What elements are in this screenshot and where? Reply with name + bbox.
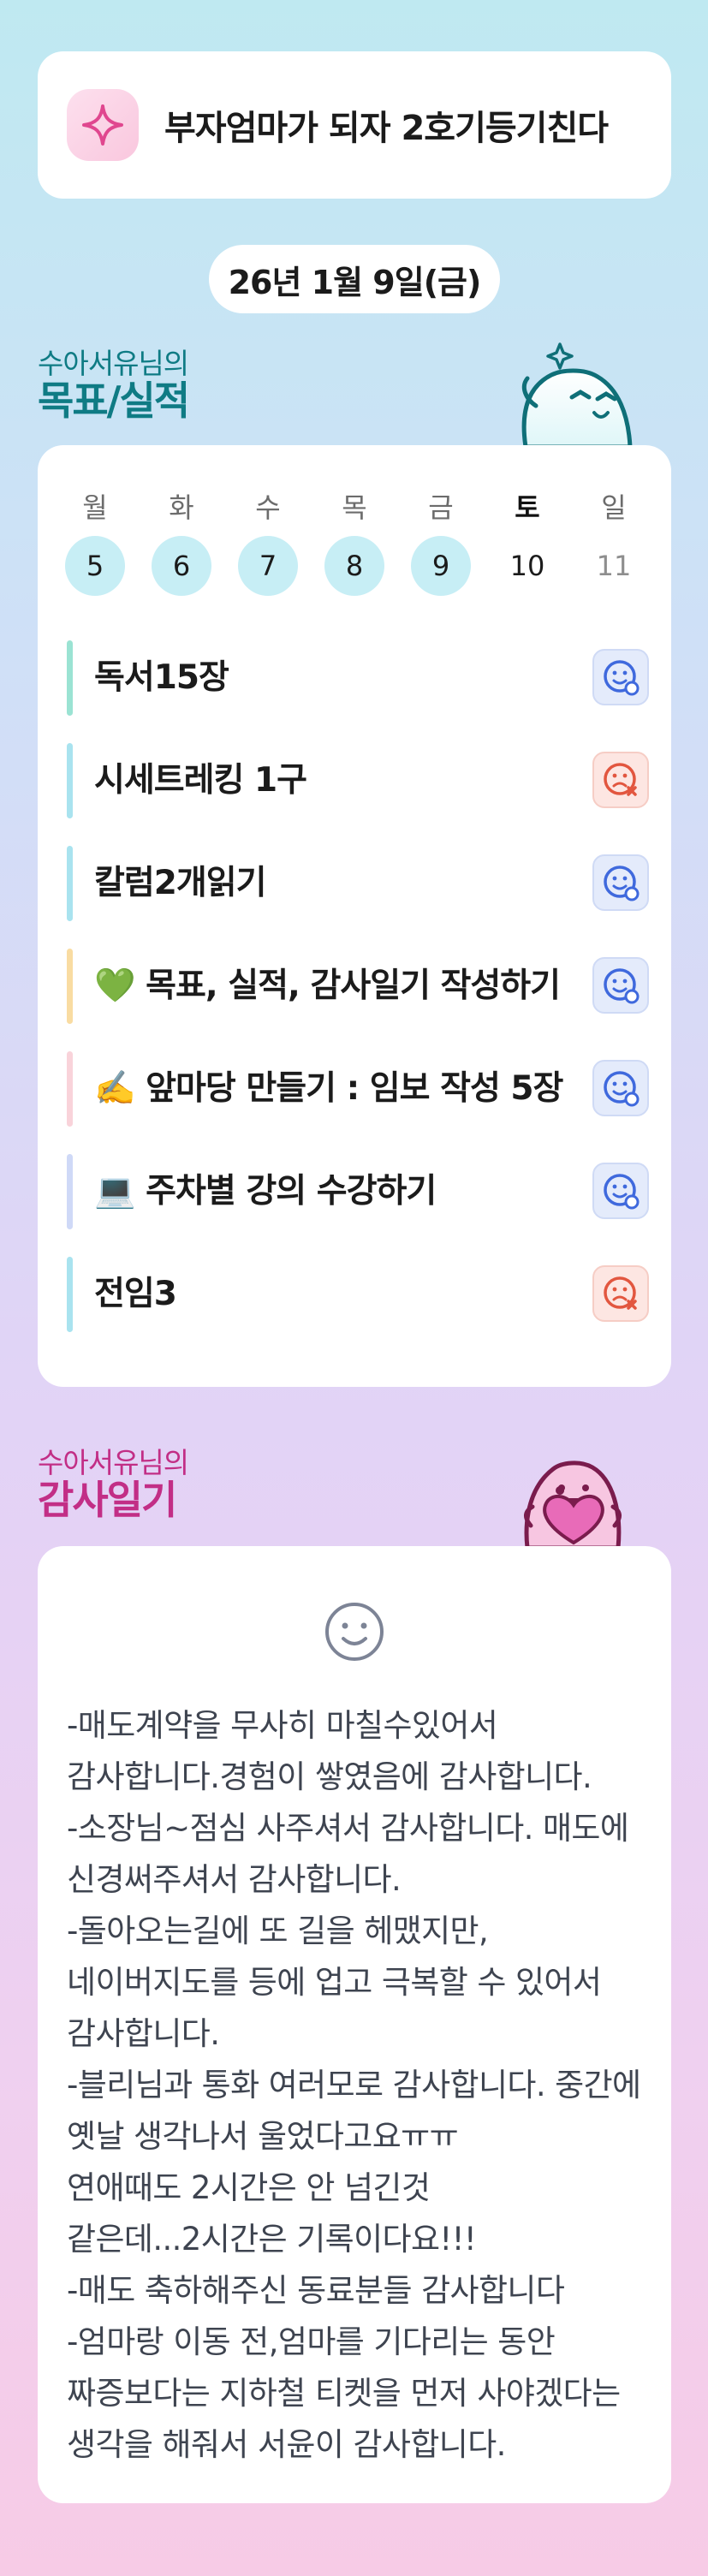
day-name: 목	[342, 491, 367, 524]
goal-text: 💻 주차별 강의 수강하기	[94, 1172, 437, 1211]
date-label: 26년 1월 9일(금)	[209, 245, 500, 313]
goal-text: 독서15장	[94, 658, 229, 697]
goal-color-bar	[67, 640, 73, 716]
day-name: 토	[515, 491, 540, 524]
day-date: 5	[65, 536, 125, 596]
goal-color-bar	[67, 1051, 73, 1127]
goal-text: 전임3	[94, 1275, 177, 1313]
sad-x-icon[interactable]	[592, 1265, 649, 1322]
smile-check-icon[interactable]	[592, 854, 649, 911]
day-date: 6	[152, 536, 211, 596]
goal-color-bar	[67, 1257, 73, 1332]
gratitude-card: -매도계약을 무사히 마칠수있어서 감사합니다.경험이 쌓였음에 감사합니다. …	[38, 1546, 671, 2503]
smile-check-icon[interactable]	[592, 649, 649, 705]
gratitude-section-title: 감사일기	[38, 1477, 177, 1523]
goal-text: 💚 목표, 실적, 감사일기 작성하기	[94, 967, 561, 1005]
sad-x-icon[interactable]	[592, 752, 649, 808]
goal-item[interactable]: 칼럼2개읽기	[67, 846, 649, 921]
goal-text: ✍️ 앞마당 만들기 : 임보 작성 5장	[94, 1069, 563, 1108]
gratitude-text: -매도계약을 무사히 마칠수있어서 감사합니다.경험이 쌓였음에 감사합니다. …	[67, 1707, 641, 2463]
goal-color-bar	[67, 949, 73, 1024]
day-name: 수	[255, 491, 281, 524]
day-sat[interactable]: 토 10	[497, 486, 557, 596]
header-card: 부자엄마가 되자 2호기등기친다	[38, 51, 671, 199]
day-date: 8	[324, 536, 384, 596]
mascot-cheer-icon	[521, 342, 633, 447]
goal-item[interactable]: 💻 주차별 강의 수강하기	[67, 1154, 649, 1229]
goal-text: 칼럼2개읽기	[94, 864, 267, 902]
header-title: 부자엄마가 되자 2호기등기친다	[164, 109, 609, 148]
day-mon[interactable]: 월 5	[65, 486, 125, 596]
goal-item[interactable]: ✍️ 앞마당 만들기 : 임보 작성 5장	[67, 1051, 649, 1127]
goals-section-title: 목표/실적	[38, 378, 190, 424]
day-wed[interactable]: 수 7	[238, 486, 298, 596]
day-name: 금	[428, 491, 454, 524]
day-date: 10	[509, 550, 545, 582]
day-thu[interactable]: 목 8	[324, 486, 384, 596]
goal-item[interactable]: 독서15장	[67, 640, 649, 716]
goal-item[interactable]: 💚 목표, 실적, 감사일기 작성하기	[67, 949, 649, 1024]
goal-item[interactable]: 시세트레킹 1구	[67, 743, 649, 818]
goal-color-bar	[67, 846, 73, 921]
smile-check-icon[interactable]	[592, 1163, 649, 1219]
day-date: 9	[411, 536, 471, 596]
goal-item[interactable]: 전임3	[67, 1257, 649, 1332]
day-name: 월	[82, 491, 108, 524]
goal-text: 시세트레킹 1구	[94, 761, 307, 800]
day-name: 일	[601, 491, 627, 524]
sparkle-icon	[67, 89, 139, 161]
day-sun[interactable]: 일 11	[584, 486, 644, 596]
day-name: 화	[169, 491, 194, 524]
smile-icon	[325, 1603, 384, 1661]
smile-check-icon[interactable]	[592, 1060, 649, 1116]
mascot-heart-icon	[524, 1461, 622, 1548]
day-date: 11	[596, 550, 632, 582]
weekday-row: 월 5 화 6 수 7 목 8 금 9 토 10 일 11	[65, 486, 644, 596]
goal-color-bar	[67, 1154, 73, 1229]
goals-card: 월 5 화 6 수 7 목 8 금 9 토 10 일 11 독서15장 시세트레…	[38, 445, 671, 1387]
smile-check-icon[interactable]	[592, 957, 649, 1014]
day-fri[interactable]: 금 9	[411, 486, 471, 596]
day-date: 7	[238, 536, 298, 596]
day-tue[interactable]: 화 6	[152, 486, 211, 596]
goal-color-bar	[67, 743, 73, 818]
